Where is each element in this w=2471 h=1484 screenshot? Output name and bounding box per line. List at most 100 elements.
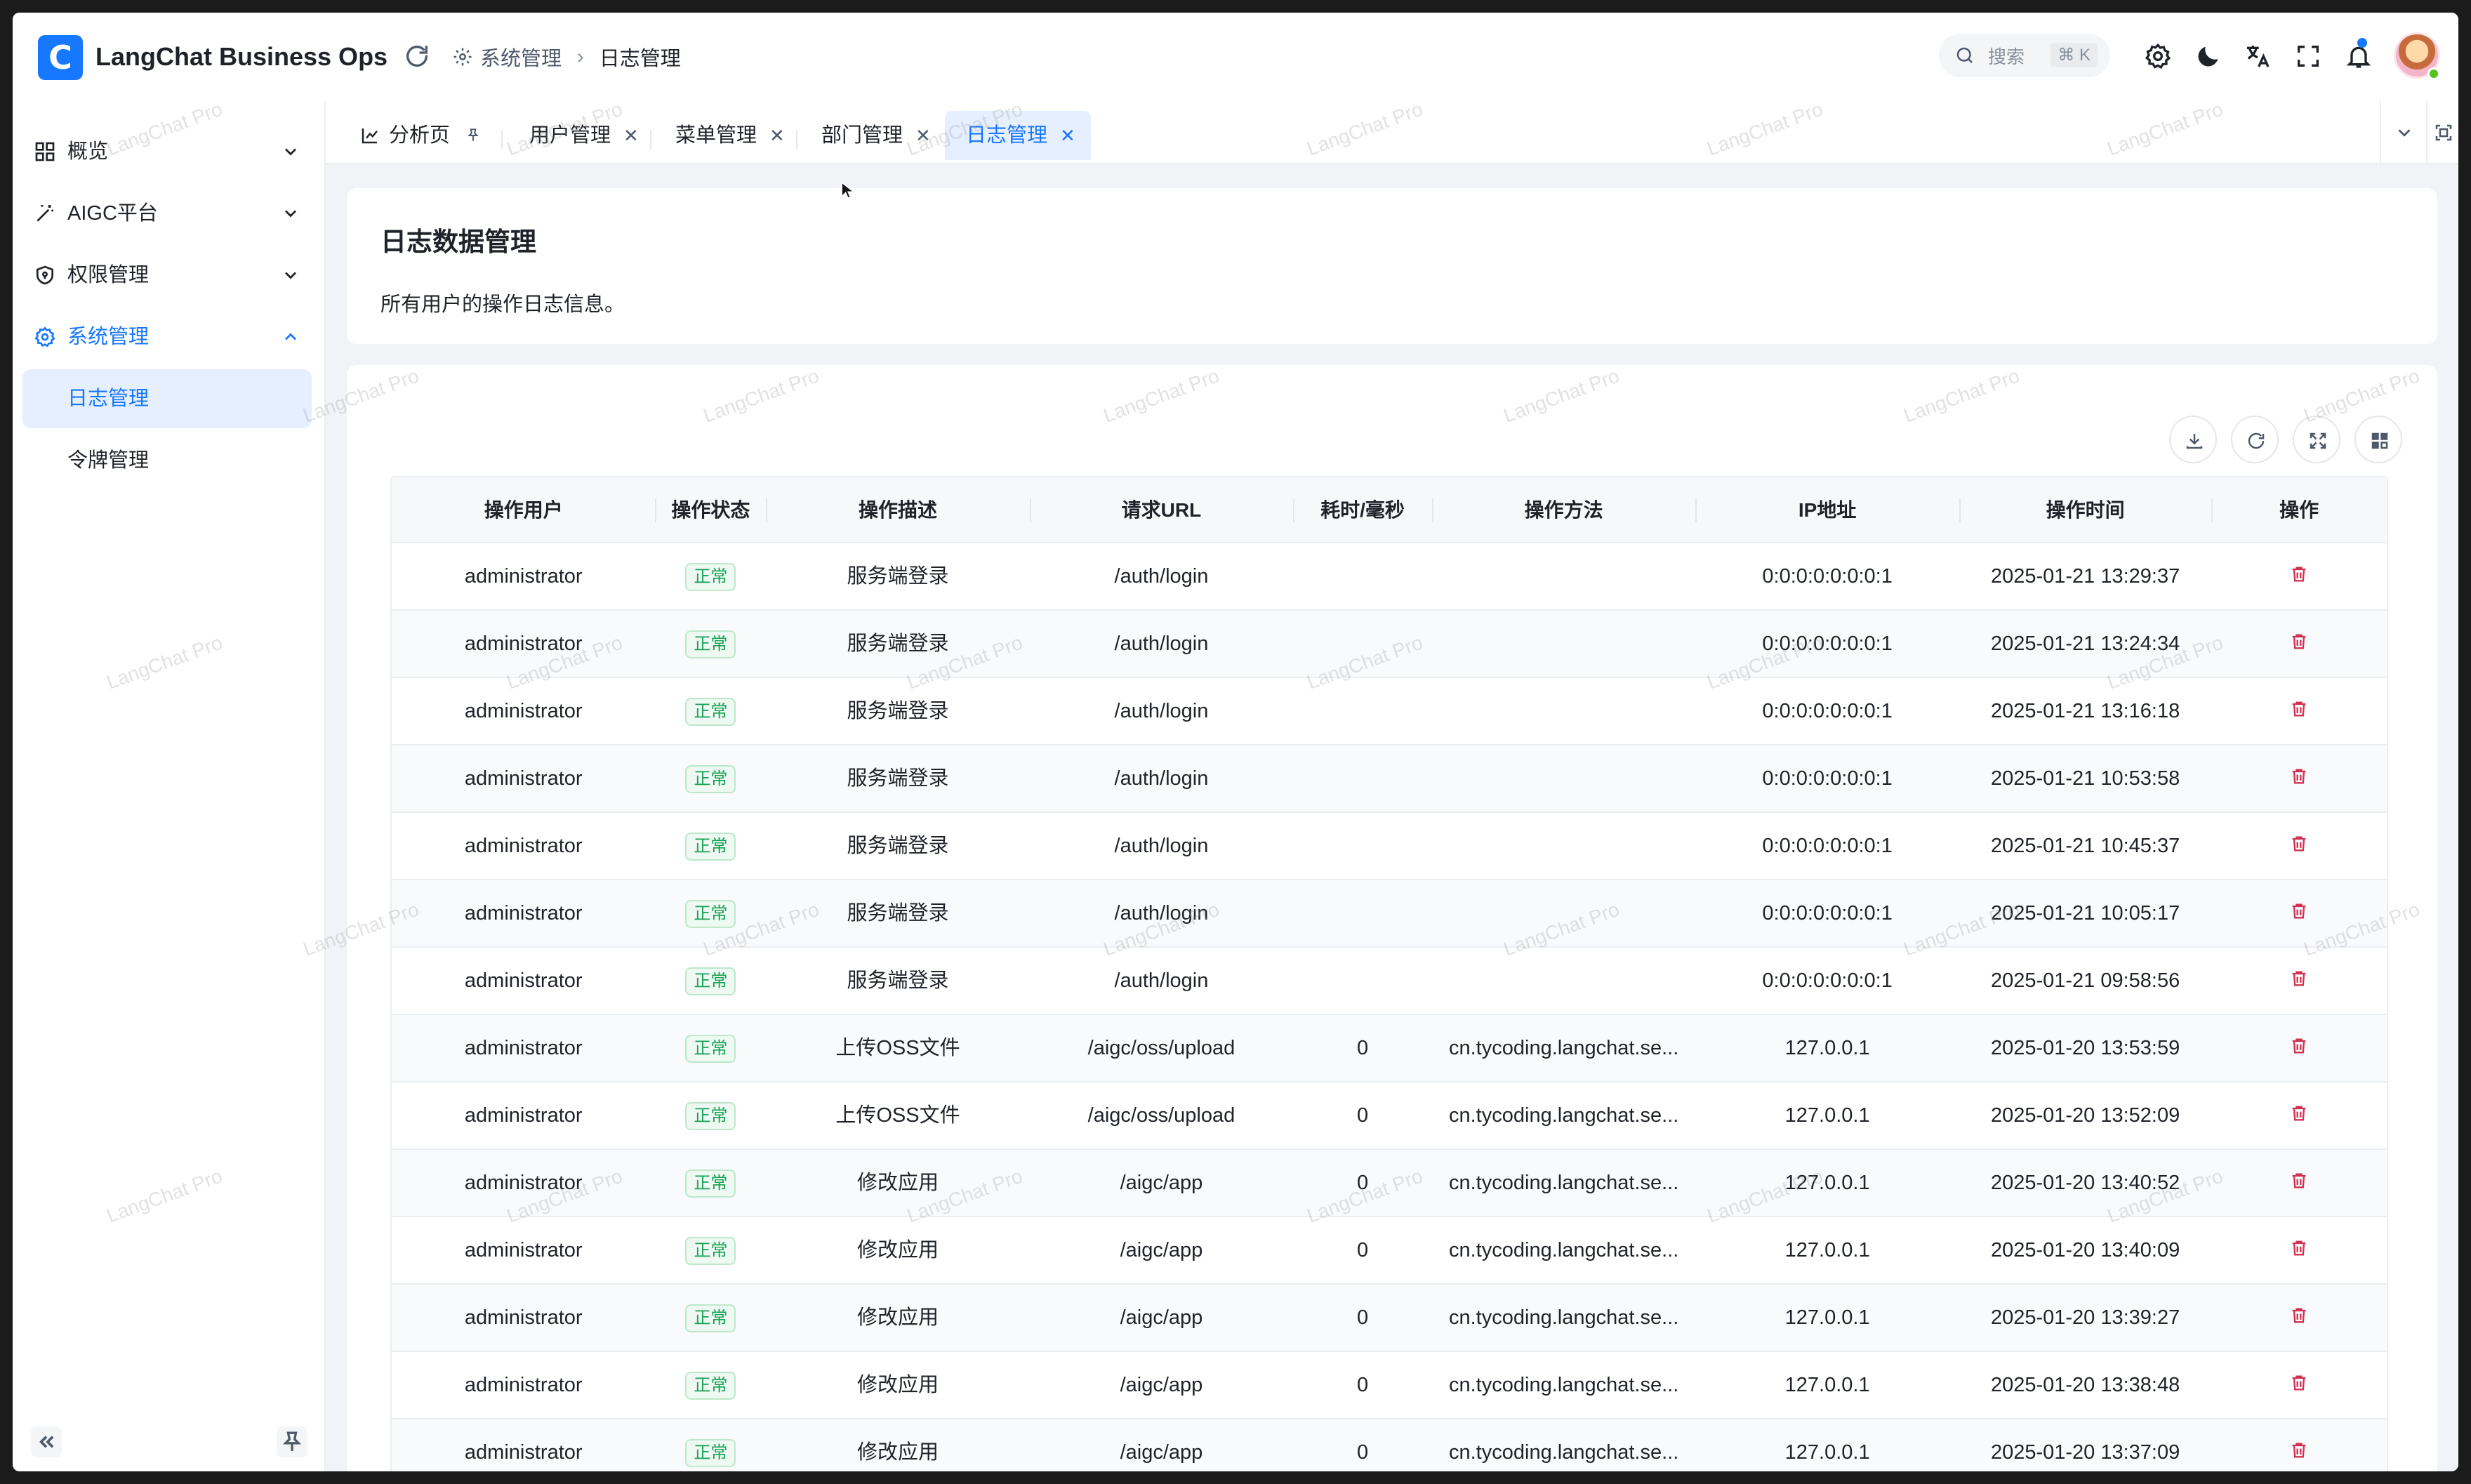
tab-divider <box>650 131 651 149</box>
cell-method <box>1432 880 1695 946</box>
sidebar-item-token-management[interactable]: 令牌管理 <box>22 431 312 490</box>
table-row[interactable]: administrator 正常 修改应用/aigc/app 0 cn.tycoding… <box>392 1150 2387 1217</box>
table-row[interactable]: administrator 正常 修改应用/aigc/app 0 cn.tycoding… <box>392 1419 2387 1471</box>
delete-trash-icon[interactable] <box>2289 564 2309 584</box>
cell-time: 2025-01-21 13:24:34 <box>1990 632 2180 655</box>
cell-ip: 127.0.0.1 <box>1784 1239 1870 1261</box>
column-settings-button[interactable] <box>2354 416 2402 463</box>
close-icon[interactable]: ✕ <box>915 125 931 147</box>
translate-icon[interactable] <box>2244 42 2272 70</box>
pin-sidebar-button[interactable] <box>277 1426 307 1457</box>
actions-cell <box>2211 1419 2387 1471</box>
delete-trash-icon[interactable] <box>2289 1104 2309 1123</box>
delete-trash-icon[interactable] <box>2289 969 2309 988</box>
delete-trash-icon[interactable] <box>2289 699 2309 719</box>
cell-url: /auth/login <box>1114 835 1209 857</box>
cell-method <box>1432 611 1695 677</box>
tab-menu-management[interactable]: 菜单管理 ✕ <box>675 111 785 160</box>
sidebar-item-label: AIGC平台 <box>67 202 158 225</box>
sidebar-item-log-management[interactable]: 日志管理 <box>22 369 312 428</box>
delete-trash-icon[interactable] <box>2289 834 2309 854</box>
table-row[interactable]: administrator 正常 服务端登录/auth/login 0:0:0:0:0… <box>392 678 2387 746</box>
column-header: 操作方法 <box>1431 477 1695 543</box>
status-badge: 正常 <box>685 1102 736 1131</box>
settings-gear-icon[interactable] <box>2144 42 2172 70</box>
chevron-right-icon: › <box>577 45 584 68</box>
cell-url: /auth/login <box>1114 700 1209 722</box>
table-row[interactable]: administrator 正常 服务端登录/auth/login 0:0:0:0:0… <box>392 543 2387 611</box>
actions-cell <box>2211 880 2387 946</box>
delete-trash-icon[interactable] <box>2289 767 2309 786</box>
download-button[interactable] <box>2169 416 2217 463</box>
cell-user: administrator <box>464 1104 583 1127</box>
cell-method: cn.tycoding.langchat.se... <box>1449 1306 1679 1329</box>
column-header: 操作 <box>2211 477 2387 543</box>
close-icon[interactable]: ✕ <box>769 125 785 147</box>
cell-time: 2025-01-21 10:05:17 <box>1990 902 2180 925</box>
cell-method: cn.tycoding.langchat.se... <box>1449 1104 1679 1127</box>
cell-method: cn.tycoding.langchat.se... <box>1449 1239 1679 1261</box>
pin-icon <box>282 1431 302 1451</box>
cell-user: administrator <box>464 1306 583 1329</box>
table-row[interactable]: administrator 正常 修改应用/aigc/app 0 cn.tycoding… <box>392 1352 2387 1419</box>
table-row[interactable]: administrator 正常 服务端登录/auth/login 0:0:0:0:0… <box>392 948 2387 1015</box>
tab-analysis[interactable]: 分析页 <box>359 111 482 160</box>
tab-user-management[interactable]: 用户管理 ✕ <box>529 111 639 160</box>
status-badge: 正常 <box>685 967 736 996</box>
sidebar-item-system[interactable]: 系统管理 <box>22 307 312 366</box>
actions-cell <box>2211 678 2387 744</box>
cell-time: 2025-01-21 09:58:56 <box>1990 969 2180 992</box>
tab-log-management[interactable]: 日志管理 ✕ <box>945 111 1091 160</box>
delete-trash-icon[interactable] <box>2289 632 2309 651</box>
table-row[interactable]: administrator 正常 修改应用/aigc/app 0 cn.tycoding… <box>392 1217 2387 1285</box>
actions-cell <box>2211 948 2387 1014</box>
column-header: 操作状态 <box>655 477 766 543</box>
collapse-sidebar-button[interactable] <box>31 1426 62 1457</box>
delete-trash-icon[interactable] <box>2289 1171 2309 1191</box>
column-header: 请求URL <box>1029 477 1293 543</box>
tab-department-management[interactable]: 部门管理 ✕ <box>821 111 931 160</box>
pin-icon[interactable] <box>464 126 482 145</box>
cell-url: /auth/login <box>1114 902 1209 925</box>
page-title: 日志数据管理 <box>380 227 536 256</box>
cell-method <box>1432 746 1695 811</box>
table-row[interactable]: administrator 正常 上传OSS文件/aigc/oss/upload 0 c… <box>392 1082 2387 1150</box>
cell-time: 2025-01-20 13:40:52 <box>1990 1172 2180 1194</box>
table-row[interactable]: administrator 正常 服务端登录/auth/login 0:0:0:0:0… <box>392 611 2387 678</box>
table-fullscreen-button[interactable] <box>2293 416 2340 463</box>
tab-dropdown-button[interactable] <box>2380 101 2426 164</box>
delete-trash-icon[interactable] <box>2289 1238 2309 1258</box>
chevron-down-icon <box>285 210 296 218</box>
page-header-card: 日志数据管理 所有用户的操作日志信息。 <box>347 188 2437 344</box>
dark-mode-moon-icon[interactable] <box>2194 42 2222 70</box>
delete-trash-icon[interactable] <box>2289 1373 2309 1393</box>
table-row[interactable]: administrator 正常 服务端登录/auth/login 0:0:0:0:0… <box>392 880 2387 948</box>
tab-label: 分析页 <box>389 124 451 147</box>
table-row[interactable]: administrator 正常 服务端登录/auth/login 0:0:0:0:0… <box>392 813 2387 880</box>
sidebar-item-permissions[interactable]: 权限管理 <box>22 246 312 305</box>
refresh-icon[interactable] <box>403 42 431 70</box>
reload-button[interactable] <box>2231 416 2279 463</box>
sidebar: 概览 AIGC平台 权限管理 系统管理 日志管理 令牌管理 <box>13 101 326 1471</box>
status-badge: 正常 <box>685 630 736 659</box>
tab-fullscreen-button[interactable] <box>2426 101 2458 164</box>
close-icon[interactable]: ✕ <box>1060 125 1075 147</box>
status-badge: 正常 <box>685 1237 736 1266</box>
refresh-icon <box>2248 432 2265 449</box>
delete-trash-icon[interactable] <box>2289 1306 2309 1325</box>
breadcrumb-parent[interactable]: 系统管理 <box>480 42 562 72</box>
app-logo[interactable]: C <box>38 35 83 80</box>
fullscreen-icon[interactable] <box>2294 42 2322 70</box>
close-icon[interactable]: ✕ <box>623 125 639 147</box>
cell-method <box>1432 678 1695 744</box>
delete-trash-icon[interactable] <box>2289 1440 2309 1460</box>
delete-trash-icon[interactable] <box>2289 901 2309 921</box>
cell-ip: 0:0:0:0:0:0:0:1 <box>1762 835 1893 857</box>
table-row[interactable]: administrator 正常 服务端登录/auth/login 0:0:0:0:0… <box>392 746 2387 813</box>
search-input[interactable]: 搜索 ⌘ K <box>1939 34 2110 77</box>
sidebar-item-aigc[interactable]: AIGC平台 <box>22 184 312 243</box>
delete-trash-icon[interactable] <box>2289 1036 2309 1056</box>
sidebar-item-overview[interactable]: 概览 <box>22 122 312 181</box>
table-row[interactable]: administrator 正常 修改应用/aigc/app 0 cn.tycoding… <box>392 1285 2387 1352</box>
table-row[interactable]: administrator 正常 上传OSS文件/aigc/oss/upload 0 c… <box>392 1015 2387 1082</box>
